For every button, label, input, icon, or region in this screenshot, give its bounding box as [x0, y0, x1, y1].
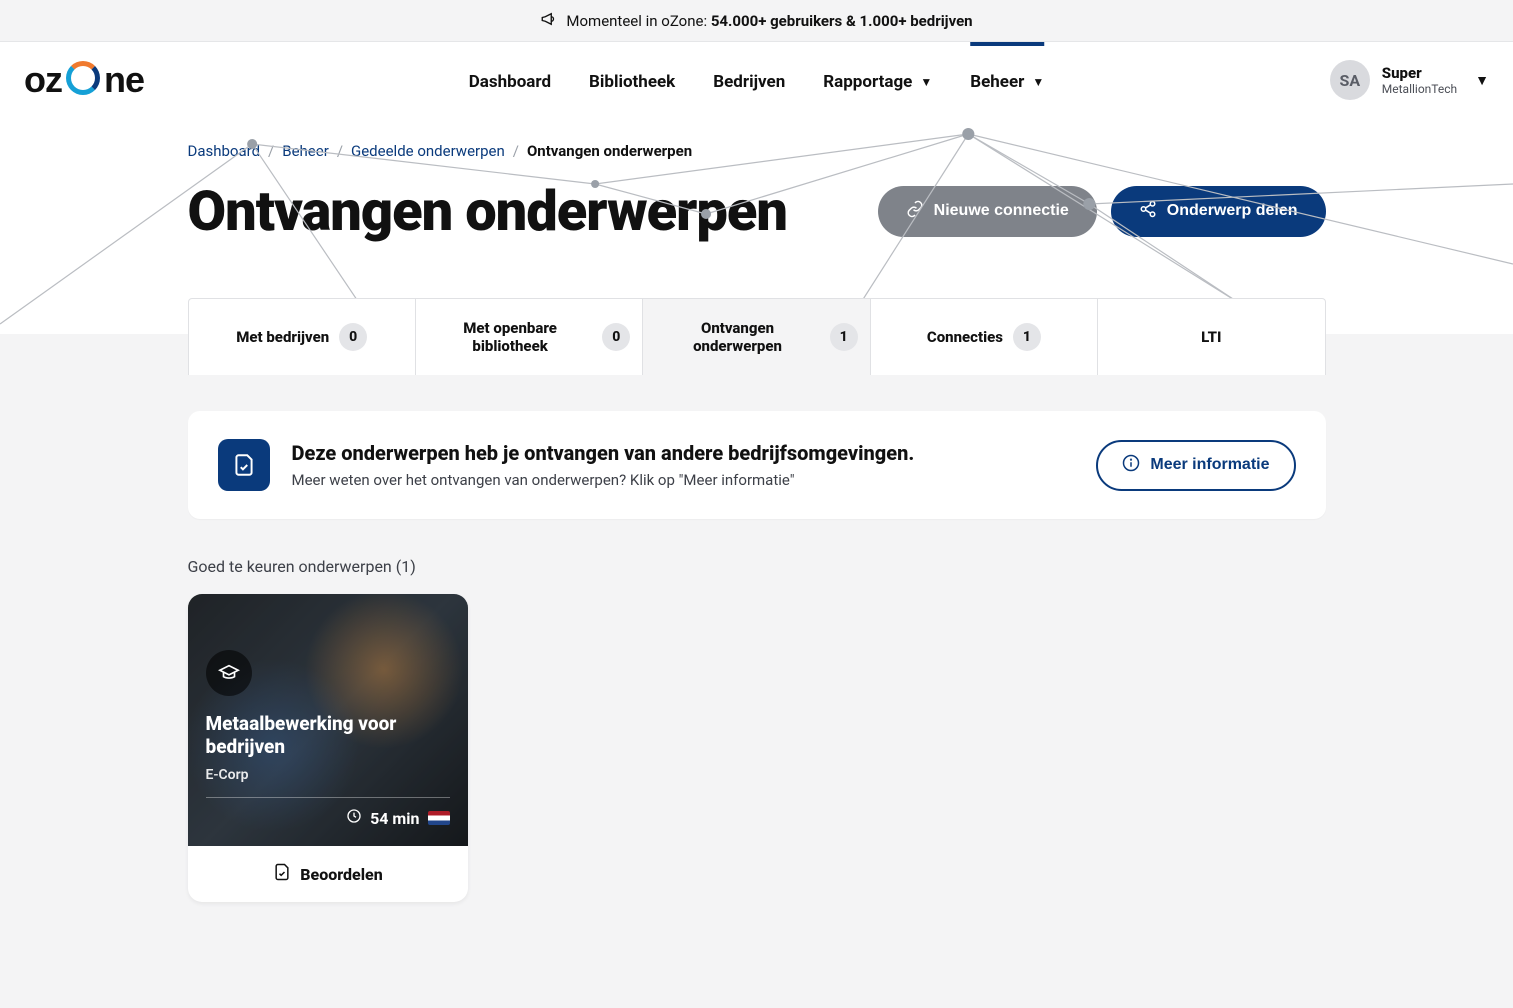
tab-label: Ontvangen onderwerpen: [655, 319, 819, 355]
nav-item-label: Bedrijven: [713, 72, 785, 92]
chevron-down-icon: ▼: [1475, 72, 1489, 89]
page-title: Ontvangen onderwerpen: [188, 178, 788, 244]
nav-item-label: Dashboard: [469, 72, 551, 92]
nav-item-label: Rapportage: [823, 72, 912, 92]
link-icon: [906, 200, 924, 223]
flag-nl-icon: [428, 811, 450, 825]
clock-icon: [346, 808, 362, 828]
info-heading: Deze onderwerpen heb je ontvangen van an…: [292, 441, 1075, 465]
nav-item-dashboard[interactable]: Dashboard: [469, 42, 551, 118]
new-connection-button[interactable]: Nieuwe connectie: [878, 186, 1097, 237]
nav-item-bibliotheek[interactable]: Bibliotheek: [589, 42, 675, 118]
chevron-down-icon: ▼: [1032, 75, 1044, 89]
nav-item-label: Beheer: [970, 72, 1024, 92]
nav-item-label: Bibliotheek: [589, 72, 675, 92]
nav-item-beheer[interactable]: Beheer ▼: [970, 42, 1044, 118]
section-heading: Goed te keuren onderwerpen (1): [188, 557, 1326, 576]
page-tabs: Met bedrijven0Met openbare bibliotheek0O…: [188, 298, 1326, 375]
share-icon: [1139, 200, 1157, 223]
avatar: SA: [1330, 60, 1370, 100]
tab-count-badge: 1: [830, 323, 858, 351]
primary-nav: Dashboard Bibliotheek Bedrijven Rapportage ▼…: [469, 42, 1045, 118]
topic-card-title: Metaalbewerking voor bedrijven: [206, 712, 450, 760]
nav-item-bedrijven[interactable]: Bedrijven: [713, 42, 785, 118]
share-topic-button[interactable]: Onderwerp delen: [1111, 186, 1326, 237]
logo-mark-icon: [66, 61, 100, 95]
breadcrumb-link[interactable]: Beheer: [282, 142, 329, 160]
brand-logo[interactable]: ozne: [24, 59, 144, 101]
breadcrumb-current: Ontvangen onderwerpen: [527, 142, 692, 160]
user-menu[interactable]: SA Super MetallionTech ▼: [1330, 60, 1489, 100]
topic-card-action[interactable]: Beoordelen: [188, 846, 468, 902]
document-check-icon: [218, 439, 270, 491]
topic-card-duration: 54 min: [370, 809, 419, 828]
user-org: MetallionTech: [1382, 82, 1457, 96]
chevron-down-icon: ▼: [920, 75, 932, 89]
breadcrumb: Dashboard/Beheer/Gedeelde onderwerpen/On…: [188, 118, 1326, 160]
nav-item-rapportage[interactable]: Rapportage ▼: [823, 42, 932, 118]
tab-connecties[interactable]: Connecties 1: [871, 298, 1098, 375]
tab-label: LTI: [1201, 328, 1221, 346]
review-icon: [272, 862, 292, 886]
breadcrumb-link[interactable]: Dashboard: [188, 142, 261, 160]
info-sub: Meer weten over het ontvangen van onderw…: [292, 471, 1075, 489]
user-name: Super: [1382, 64, 1457, 82]
tab-met-openbare-bibliotheek[interactable]: Met openbare bibliotheek 0: [416, 298, 643, 375]
topic-card-grid: Metaalbewerking voor bedrijven E-Corp 54…: [188, 594, 1326, 902]
tab-ontvangen-onderwerpen[interactable]: Ontvangen onderwerpen 1: [643, 298, 870, 375]
topic-card[interactable]: Metaalbewerking voor bedrijven E-Corp 54…: [188, 594, 468, 902]
topic-card-cover: Metaalbewerking voor bedrijven E-Corp 54…: [188, 594, 468, 846]
tab-met-bedrijven[interactable]: Met bedrijven 0: [188, 298, 416, 375]
more-info-button[interactable]: Meer informatie: [1096, 440, 1295, 491]
info-icon: [1122, 454, 1140, 477]
topic-card-action-label: Beoordelen: [300, 865, 382, 884]
tab-lti[interactable]: LTI: [1098, 298, 1325, 375]
tab-count-badge: 0: [339, 323, 367, 351]
topic-card-org: E-Corp: [206, 767, 450, 783]
tab-count-badge: 0: [602, 323, 630, 351]
megaphone-icon: [540, 10, 558, 32]
announcement-bar: Momenteel in oZone: 54.000+ gebruikers &…: [0, 0, 1513, 42]
breadcrumb-link[interactable]: Gedeelde onderwerpen: [351, 142, 505, 160]
page-body: Deze onderwerpen heb je ontvangen van an…: [0, 375, 1513, 962]
tab-label: Met bedrijven: [236, 328, 329, 346]
tab-label: Met openbare bibliotheek: [428, 319, 592, 355]
announcement-highlight: 54.000+ gebruikers & 1.000+ bedrijven: [711, 12, 973, 30]
main-header: ozne Dashboard Bibliotheek Bedrijven Rappor…: [0, 42, 1513, 118]
tab-count-badge: 1: [1013, 323, 1041, 351]
announcement-prefix: Momenteel in oZone:: [566, 12, 710, 30]
tab-label: Connecties: [927, 328, 1003, 346]
info-card: Deze onderwerpen heb je ontvangen van an…: [188, 411, 1326, 519]
graduation-cap-icon: [206, 650, 252, 696]
